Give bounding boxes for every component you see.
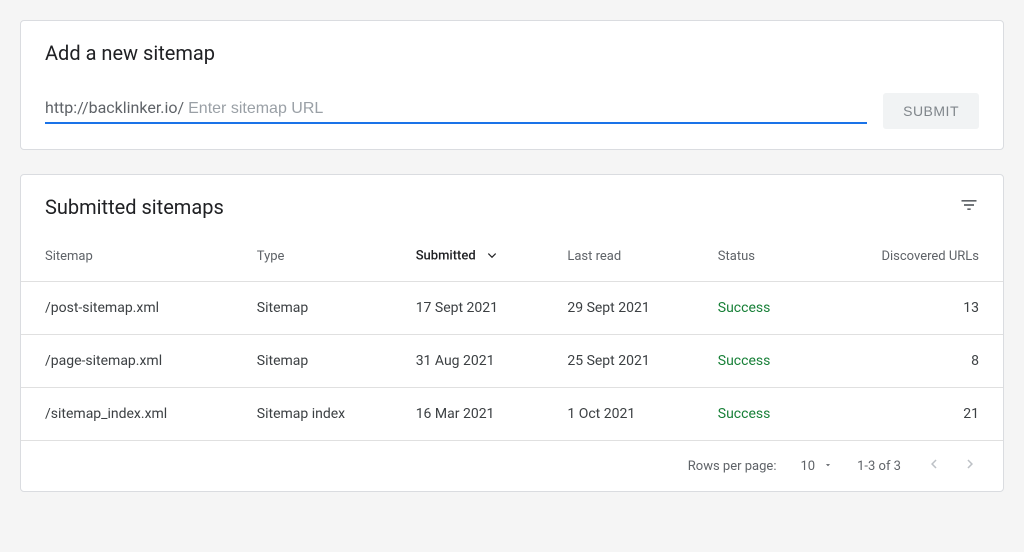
table-row[interactable]: /page-sitemap.xml Sitemap 31 Aug 2021 25… [21,335,1003,388]
cell-lastread: 1 Oct 2021 [555,388,705,441]
add-sitemap-title: Add a new sitemap [45,41,979,65]
submitted-sitemaps-card: Submitted sitemaps Sitemap Type Submitte… [20,174,1004,492]
rows-per-page-label: Rows per page: [688,459,777,474]
cell-type: Sitemap index [245,388,404,441]
table-row[interactable]: /sitemap_index.xml Sitemap index 16 Mar … [21,388,1003,441]
sitemap-url-prefix: http://backlinker.io/ [45,98,184,117]
cell-sitemap: /page-sitemap.xml [21,335,245,388]
cell-status: Success [706,388,814,441]
col-sitemap[interactable]: Sitemap [21,231,245,282]
col-type[interactable]: Type [245,231,404,282]
rows-per-page-value: 10 [800,459,815,474]
add-sitemap-card: Add a new sitemap http://backlinker.io/ … [20,20,1004,150]
table-header-row: Submitted sitemaps [21,195,1003,231]
cell-type: Sitemap [245,335,404,388]
col-submitted[interactable]: Submitted [404,231,556,282]
table-row[interactable]: /post-sitemap.xml Sitemap 17 Sept 2021 2… [21,282,1003,335]
pagination-range: 1-3 of 3 [857,459,901,474]
sitemap-url-input[interactable] [184,100,867,118]
col-submitted-label: Submitted [416,248,476,263]
pagination: Rows per page: 10 1-3 of 3 [21,441,1003,491]
prev-page-button[interactable] [925,455,943,477]
rows-per-page-select[interactable]: 10 [800,459,833,474]
cell-status: Success [706,335,814,388]
page-nav [925,455,979,477]
cell-submitted: 31 Aug 2021 [404,335,556,388]
submitted-sitemaps-title: Submitted sitemaps [45,195,224,219]
cell-sitemap: /sitemap_index.xml [21,388,245,441]
sort-arrow-down-icon [485,247,499,265]
cell-status: Success [706,282,814,335]
cell-lastread: 25 Sept 2021 [555,335,705,388]
next-page-button[interactable] [961,455,979,477]
col-lastread[interactable]: Last read [555,231,705,282]
cell-sitemap: /post-sitemap.xml [21,282,245,335]
cell-submitted: 16 Mar 2021 [404,388,556,441]
chevron-down-icon [823,459,833,474]
add-sitemap-input-row: http://backlinker.io/ SUBMIT [45,93,979,129]
cell-submitted: 17 Sept 2021 [404,282,556,335]
col-status[interactable]: Status [706,231,814,282]
col-discovered[interactable]: Discovered URLs [814,231,1003,282]
sitemaps-table: Sitemap Type Submitted Last read Status … [21,231,1003,441]
cell-discovered: 21 [814,388,1003,441]
submit-button[interactable]: SUBMIT [883,93,979,129]
cell-discovered: 13 [814,282,1003,335]
cell-type: Sitemap [245,282,404,335]
cell-discovered: 8 [814,335,1003,388]
sitemap-url-wrap: http://backlinker.io/ [45,98,867,124]
filter-icon[interactable] [959,195,979,219]
cell-lastread: 29 Sept 2021 [555,282,705,335]
